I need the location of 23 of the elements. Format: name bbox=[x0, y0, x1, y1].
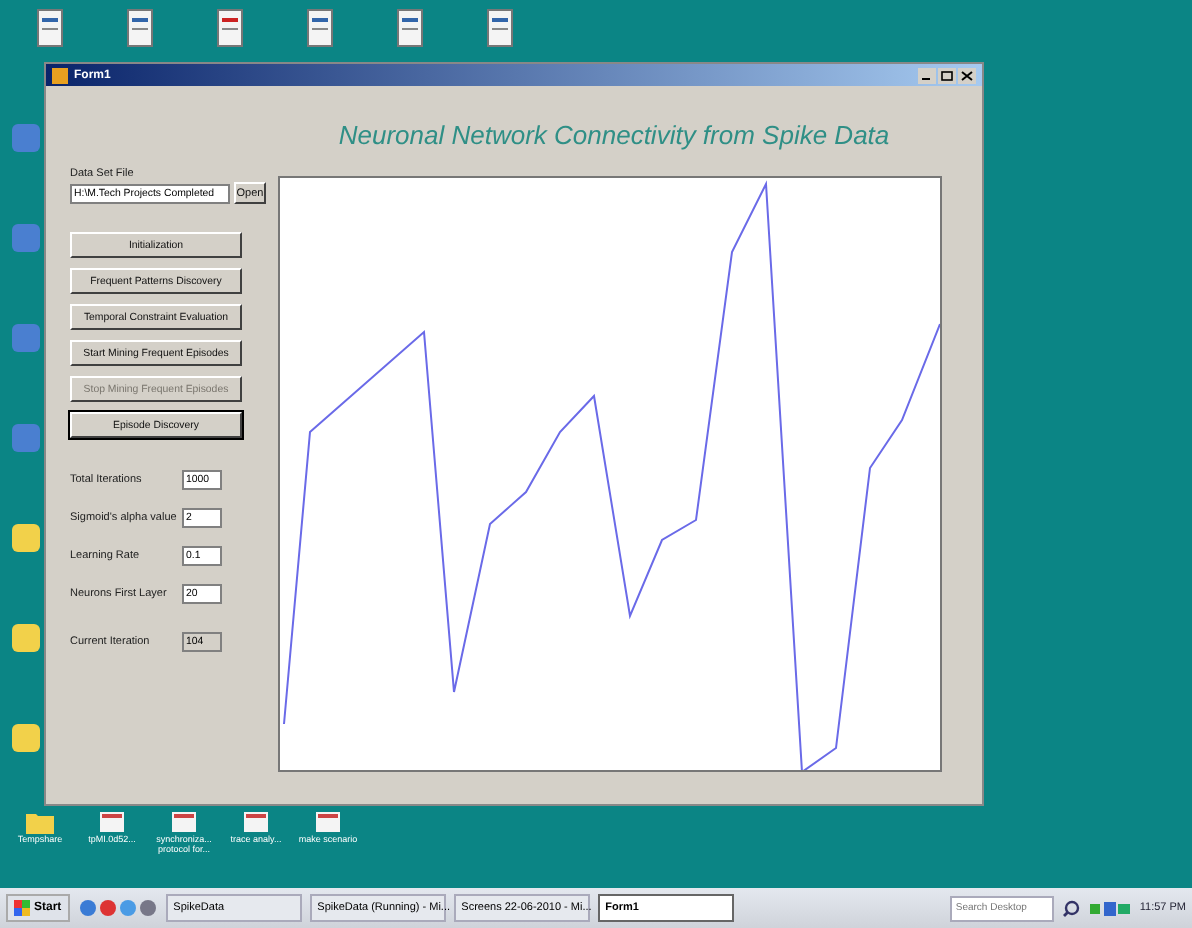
document-icon[interactable] bbox=[170, 810, 198, 834]
app-icon bbox=[52, 67, 68, 83]
folder-icon[interactable] bbox=[26, 810, 54, 834]
desktop-file-icon[interactable] bbox=[122, 8, 158, 52]
desktop-app-icon[interactable] bbox=[10, 620, 42, 656]
minimize-icon[interactable] bbox=[918, 67, 936, 83]
desktop-file-icon[interactable] bbox=[302, 8, 338, 52]
close-icon[interactable] bbox=[958, 67, 976, 83]
desktop-app-icon[interactable] bbox=[10, 520, 42, 556]
desktop-file-icon[interactable] bbox=[212, 8, 248, 52]
desktop-app-icon[interactable] bbox=[10, 720, 42, 756]
maximize-icon[interactable] bbox=[938, 67, 956, 83]
desktop-file-icon[interactable] bbox=[32, 8, 68, 52]
windows-logo-icon bbox=[14, 900, 30, 916]
document-icon[interactable] bbox=[98, 810, 126, 834]
desktop-file-icon[interactable] bbox=[482, 8, 518, 52]
quick-launch-icons[interactable] bbox=[77, 898, 158, 918]
form-heading: Neuronal Network Connectivity from Spike Data bbox=[336, 118, 892, 152]
search-icon[interactable] bbox=[1061, 899, 1080, 917]
document-icon[interactable] bbox=[314, 810, 342, 834]
document-icon[interactable] bbox=[242, 810, 270, 834]
desktop-file-icon[interactable] bbox=[392, 8, 428, 52]
tray-icons[interactable] bbox=[1087, 899, 1132, 917]
